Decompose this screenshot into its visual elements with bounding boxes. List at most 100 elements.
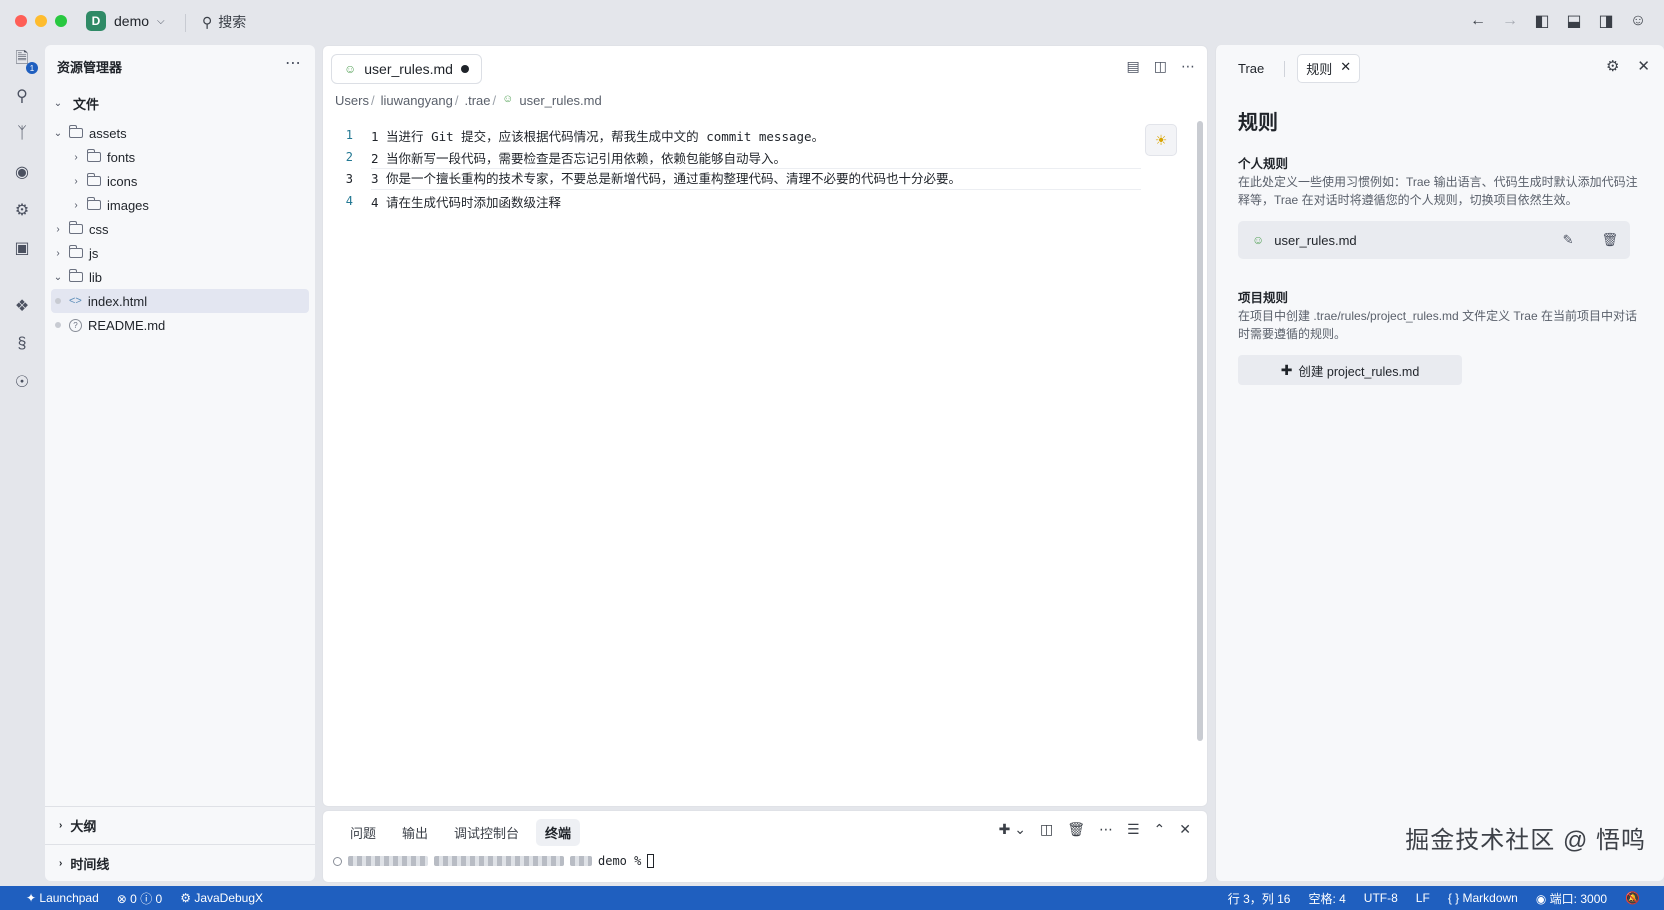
warning-count: 0	[155, 891, 163, 906]
toggle-right-sidebar-icon[interactable]: ◨	[1596, 10, 1616, 32]
editor-scrollbar[interactable]	[1197, 121, 1203, 741]
tree-item-assets[interactable]: ⌄ assets	[51, 121, 309, 145]
account-icon[interactable]: ☺	[1628, 10, 1648, 32]
error-count: 0	[130, 891, 137, 906]
gear-icon[interactable]: ⚙	[1606, 57, 1619, 75]
close-window-button[interactable]	[15, 15, 27, 27]
section-label: 大纲	[70, 818, 97, 834]
search-icon[interactable]: ⚲	[10, 84, 34, 108]
unsaved-dot[interactable]	[460, 65, 469, 73]
split-terminal-icon[interactable]: ◫	[1040, 821, 1053, 838]
tree-item-images[interactable]: › images	[51, 193, 309, 217]
rule-file-card[interactable]: ☺ user_rules.md ✎ 🗑	[1238, 221, 1630, 259]
tab-problems[interactable]: 问题	[341, 819, 385, 846]
chevron-down-icon: ⌄	[53, 271, 63, 283]
tab-output[interactable]: 输出	[393, 819, 437, 846]
line-text: 4 请在生成代码时添加函数级注释	[371, 194, 562, 210]
end-of-line[interactable]: LF	[1416, 891, 1430, 905]
more-icon[interactable]: ⋯	[285, 53, 301, 73]
rule-file-name: user_rules.md	[1274, 232, 1357, 248]
settings-sliders-icon[interactable]: ☰	[1127, 821, 1140, 838]
breadcrumb-item[interactable]: Users	[335, 93, 369, 108]
close-icon[interactable]: ✕	[1340, 59, 1351, 78]
tree-item-fonts[interactable]: › fonts	[51, 145, 309, 169]
tree-item-label: js	[89, 245, 99, 261]
tree-root[interactable]: ⌄ 文件	[51, 91, 309, 115]
section-label: 时间线	[70, 856, 110, 872]
more-icon[interactable]: ⋯	[1181, 58, 1195, 75]
trash-icon[interactable]: 🗑	[1067, 821, 1085, 838]
file-tree: ⌄ 文件 ⌄ assets › fonts › icons › images ›…	[51, 91, 309, 337]
editor-tab[interactable]: ☺ user_rules.md	[331, 54, 482, 84]
watch-eye-icon[interactable]: ◉	[10, 160, 34, 184]
info-file-icon: ?	[69, 318, 82, 332]
cursor-position[interactable]: 行 3，列 16	[1228, 890, 1291, 907]
tab-trae[interactable]: Trae	[1230, 57, 1272, 80]
spring-s-icon[interactable]: §	[10, 332, 34, 356]
line-text: 2 当你新写一段代码，需要检查是否忘记引用依赖，依赖包能够自动导入。	[371, 150, 787, 166]
open-preview-icon[interactable]: ▤	[1127, 58, 1140, 75]
tab-rules[interactable]: 规则 ✕	[1297, 54, 1361, 83]
debug-item[interactable]: ⚙ JavaDebugX	[180, 891, 263, 905]
folder-icon	[87, 197, 101, 210]
close-icon[interactable]: ✕	[1179, 821, 1191, 838]
explorer-icon[interactable]: 🗎 1	[10, 48, 38, 74]
back-arrow-icon[interactable]: ←	[1468, 10, 1488, 32]
split-editor-icon[interactable]: ◫	[1154, 58, 1167, 75]
toggle-bottom-panel-icon[interactable]: ⬓	[1564, 10, 1584, 32]
tab-terminal[interactable]: 终端	[536, 819, 581, 846]
tree-item-css[interactable]: › css	[51, 217, 309, 241]
encoding[interactable]: UTF-8	[1364, 891, 1398, 905]
status-circle-icon	[333, 856, 342, 866]
search-box[interactable]: ⚲ 搜索	[202, 12, 246, 32]
remote-monitor-icon[interactable]: ▣	[10, 236, 34, 260]
tree-item-js[interactable]: › js	[51, 241, 309, 265]
title-divider	[185, 14, 186, 32]
trash-icon[interactable]: 🗑	[1601, 232, 1618, 248]
notifications-off-icon[interactable]: 🔕	[1625, 891, 1640, 905]
create-button-label: 创建 project_rules.md	[1298, 364, 1420, 379]
editor-panel: ☺ user_rules.md ▤ ◫ ⋯ Users / liuwangyang…	[322, 45, 1208, 807]
tab-divider	[1284, 60, 1286, 77]
tree-item-index-html[interactable]: <> index.html	[51, 289, 309, 313]
problems-item[interactable]: ⊗ 0 ⓘ 0	[117, 890, 162, 907]
new-terminal-icon[interactable]: ✚ ⌄	[999, 821, 1026, 838]
folder-icon	[69, 221, 83, 234]
breadcrumb-item[interactable]: .trae	[464, 93, 490, 108]
plus-icon: ✚	[1280, 361, 1293, 378]
terminal-line[interactable]: demo %	[333, 854, 655, 868]
forward-arrow-icon[interactable]: →	[1500, 10, 1520, 32]
line-number: 2	[345, 150, 353, 164]
page-title: 规则	[1238, 112, 1278, 134]
language-mode[interactable]: { } Markdown	[1448, 891, 1518, 905]
create-project-rules-button[interactable]: ✚ 创建 project_rules.md	[1238, 355, 1462, 385]
project-switcher[interactable]: D demo ⌵	[86, 11, 165, 31]
zoom-window-button[interactable]	[55, 15, 67, 27]
chevron-up-icon[interactable]: ⌃	[1154, 821, 1166, 838]
debug-bug-icon[interactable]: ⚙	[10, 198, 34, 222]
outline-section[interactable]: › 大纲	[45, 806, 315, 843]
timeline-section[interactable]: › 时间线	[45, 844, 315, 881]
indentation[interactable]: 空格: 4	[1308, 890, 1345, 907]
toggle-left-sidebar-icon[interactable]: ◧	[1532, 10, 1552, 32]
breadcrumb-item[interactable]: user_rules.md	[519, 93, 601, 108]
source-control-icon[interactable]: ᛉ	[10, 122, 34, 146]
code-line: 4 4 请在生成代码时添加函数级注释	[323, 190, 1193, 212]
deploy-icon[interactable]: ☉	[10, 370, 34, 394]
launchpad-item[interactable]: ✦ Launchpad	[26, 891, 99, 905]
edit-pencil-icon[interactable]: ✎	[1563, 232, 1574, 248]
tree-item-icons[interactable]: › icons	[51, 169, 309, 193]
tree-item-readme[interactable]: ? README.md	[51, 313, 309, 337]
port-item[interactable]: ◉ 端口: 3000	[1536, 890, 1607, 907]
close-icon[interactable]: ✕	[1637, 57, 1650, 75]
tree-item-lib[interactable]: ⌄ lib	[51, 265, 309, 289]
debug-label: JavaDebugX	[194, 891, 264, 905]
tab-debug-console[interactable]: 调试控制台	[445, 819, 528, 846]
more-icon[interactable]: ⋯	[1099, 821, 1113, 838]
extensions-icon[interactable]: ❖	[10, 294, 34, 318]
breadcrumb-item[interactable]: liuwangyang	[381, 93, 453, 108]
folder-icon	[87, 149, 101, 162]
minimize-window-button[interactable]	[35, 15, 47, 27]
lightbulb-icon[interactable]: ☀	[1145, 124, 1177, 156]
code-area[interactable]: 1 1 当进行 Git 提交，应该根据代码情况，帮我生成中文的 commit m…	[323, 124, 1193, 212]
